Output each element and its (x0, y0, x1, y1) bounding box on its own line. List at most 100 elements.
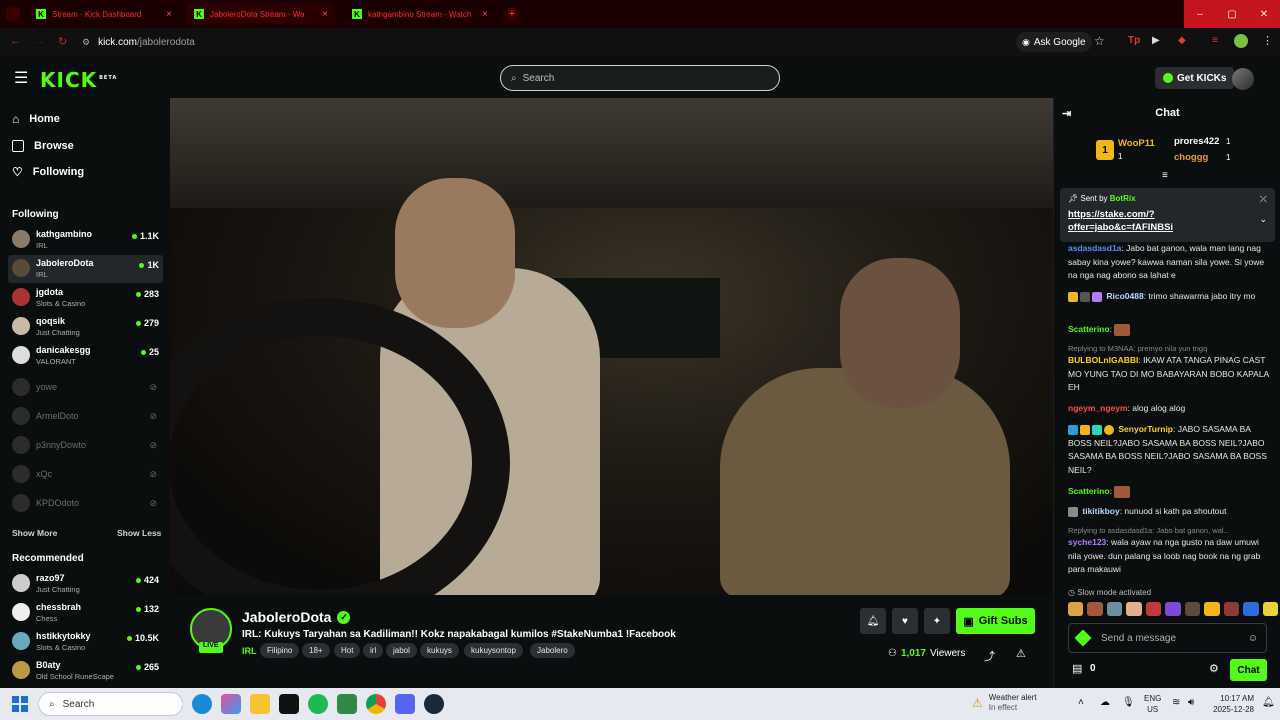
sidebar-item-following[interactable]: ♡ Following (12, 162, 84, 182)
chat-message-input[interactable]: Send a message ☺ (1068, 623, 1267, 653)
stream-tag[interactable]: kukuysontop (464, 643, 523, 658)
user-avatar[interactable] (1232, 68, 1254, 90)
stream-category[interactable]: IRL (242, 646, 257, 656)
emote-icon[interactable] (1087, 602, 1103, 616)
chat-username[interactable]: SenyorTurnip (1118, 424, 1173, 434)
volume-icon[interactable]: 🔊︎ (1188, 697, 1194, 708)
offline-channel[interactable]: ArmelDoto ⊘ (8, 403, 163, 431)
spotify-app-icon[interactable] (308, 694, 328, 714)
forward-icon[interactable]: → (34, 35, 45, 47)
windows-start-icon[interactable] (12, 696, 28, 712)
minimize-icon[interactable]: – (1184, 0, 1216, 28)
tray-app-icon[interactable]: ☁ (1100, 697, 1110, 708)
stream-tag[interactable]: kukuys (420, 643, 459, 658)
copilot-app-icon[interactable] (221, 694, 241, 714)
browser-tab-jabolerodota[interactable]: K JaboleroDota Stream - Wa × (186, 3, 336, 25)
offline-channel[interactable]: p3nnyDowto ⊘ (8, 432, 163, 460)
chat-username[interactable]: tikitikboy (1082, 506, 1119, 516)
new-tab-button[interactable]: + (505, 7, 519, 21)
emote-icon[interactable] (1204, 602, 1220, 616)
extension-icon[interactable]: ≡ (1212, 35, 1218, 46)
notification-bell-button[interactable]: 🔔︎ (860, 608, 886, 634)
following-channel[interactable]: kathgambino IRL 1.1K (8, 226, 163, 254)
menu-icon[interactable]: ☰ (14, 68, 28, 88)
taskbar-search[interactable]: ⌕ Search (38, 692, 183, 716)
steam-app-icon[interactable] (424, 694, 444, 714)
chat-username[interactable]: ngeym_ngeym (1068, 403, 1128, 413)
recommended-channel[interactable]: B0aty Old School RuneScape 265 (8, 657, 163, 685)
discord-app-icon[interactable] (395, 694, 415, 714)
language-indicator[interactable]: ENG US (1144, 693, 1161, 715)
edge-app-icon[interactable] (192, 694, 212, 714)
chevron-down-icon[interactable]: ⌄ (1259, 214, 1267, 225)
emote-icon[interactable] (1165, 602, 1181, 616)
tab-close-icon[interactable]: × (322, 9, 328, 20)
leaderboard-name[interactable]: WooP11 (1118, 138, 1155, 149)
wifi-icon[interactable]: ≋ (1172, 697, 1180, 708)
wallet-icon[interactable]: ▤ (1072, 662, 1082, 675)
emote-icon[interactable] (1068, 602, 1084, 616)
weather-widget[interactable]: ⚠ Weather alert In effect (972, 693, 1037, 713)
url-field[interactable]: ⚙ kick.com/jabolerodota (82, 33, 195, 51)
tab-close-icon[interactable]: × (482, 9, 488, 20)
maximize-icon[interactable]: ▢ (1216, 0, 1248, 28)
chat-settings-icon[interactable]: ⚙ (1209, 662, 1219, 675)
stream-tag[interactable]: 18+ (302, 643, 330, 658)
offline-channel[interactable]: xQc ⊘ (8, 461, 163, 489)
recommended-channel[interactable]: razo97 Just Chatting 424 (8, 570, 163, 598)
stream-tag[interactable]: Filipino (260, 643, 300, 658)
emote-icon[interactable] (1106, 602, 1123, 616)
chat-username[interactable]: Scatterino (1068, 324, 1110, 334)
emote-icon[interactable] (1126, 602, 1142, 616)
emoji-icon[interactable]: ☺ (1248, 633, 1258, 644)
chat-username[interactable]: BULBOLnIGABBI (1068, 355, 1138, 365)
browser-tab-kathgambino[interactable]: K kathgambino Stream - Watch × (344, 3, 496, 25)
chat-username[interactable]: Rico0488 (1106, 291, 1143, 301)
emote-combo-button[interactable]: ✦ (924, 608, 950, 634)
reply-preview[interactable]: Replying to M3NAA: premyo nila yun tngq (1068, 344, 1273, 353)
following-channel[interactable]: JaboleroDota IRL 1K (8, 255, 163, 283)
report-icon[interactable]: ⚠ (1016, 647, 1026, 660)
recommended-channel[interactable]: hstikkytokky Slots & Casino 10.5K (8, 628, 163, 656)
show-more-button[interactable]: Show More (12, 528, 57, 538)
back-icon[interactable]: ← (10, 35, 21, 47)
browser-menu-icon[interactable]: ⋮ (1262, 34, 1273, 47)
app-icon[interactable] (337, 694, 357, 714)
send-chat-button[interactable]: Chat (1230, 659, 1267, 681)
close-window-icon[interactable]: ✕ (1248, 0, 1280, 28)
follow-button[interactable]: ♥ (892, 608, 918, 634)
extension-icon[interactable]: ◆ (1178, 35, 1186, 46)
collapse-chat-icon[interactable]: ⇥ (1062, 107, 1071, 120)
sidebar-item-home[interactable]: ⌂ Home (12, 109, 60, 129)
tab-close-icon[interactable]: × (166, 9, 172, 20)
chat-username[interactable]: Scatterino (1068, 486, 1110, 496)
emote-icon[interactable] (1184, 602, 1201, 616)
show-less-button[interactable]: Show Less (117, 528, 161, 538)
pinned-sender[interactable]: BotRix (1110, 194, 1136, 203)
pinned-link[interactable]: https://stake.com/? offer=jabo&c=fAFINBS… (1068, 208, 1267, 234)
following-channel[interactable]: danicakesgg VALORANT 25 (8, 342, 163, 370)
leaderboard-name[interactable]: prores422 (1174, 136, 1219, 147)
video-player[interactable] (170, 98, 1053, 595)
chat-username[interactable]: asdasdasd1a (1068, 243, 1121, 253)
expand-leaderboard-icon[interactable]: ≡ (1162, 170, 1168, 181)
search-input[interactable]: ⌕ Search (500, 65, 780, 91)
emote-icon[interactable] (1262, 602, 1278, 616)
get-kicks-button[interactable]: Get KICKs (1155, 67, 1235, 89)
tiktok-app-icon[interactable] (279, 694, 299, 714)
channel-name[interactable]: JaboleroDota ✓ (242, 609, 351, 625)
site-info-icon[interactable]: ⚙ (82, 37, 90, 48)
reply-preview[interactable]: Replying to asdasdasd1a: Jabo bat ganon,… (1068, 526, 1273, 535)
unpin-icon[interactable]: ⤫ (1260, 194, 1267, 205)
emote-icon[interactable] (1145, 602, 1162, 616)
chat-username[interactable]: syche123 (1068, 537, 1106, 547)
tab-menu-button[interactable] (6, 7, 20, 21)
stream-tag[interactable]: Jabolero (530, 643, 575, 658)
gift-subs-button[interactable]: ▣ Gift Subs (956, 608, 1035, 634)
chrome-app-icon[interactable] (366, 694, 386, 714)
reload-icon[interactable]: ↻ (58, 35, 67, 48)
emote-icon[interactable] (1243, 602, 1259, 616)
ask-google-button[interactable]: ◉ Ask Google (1016, 32, 1092, 52)
recommended-channel[interactable]: chessbrah Chess 132 (8, 599, 163, 627)
extension-icon[interactable]: ▶ (1152, 35, 1160, 46)
